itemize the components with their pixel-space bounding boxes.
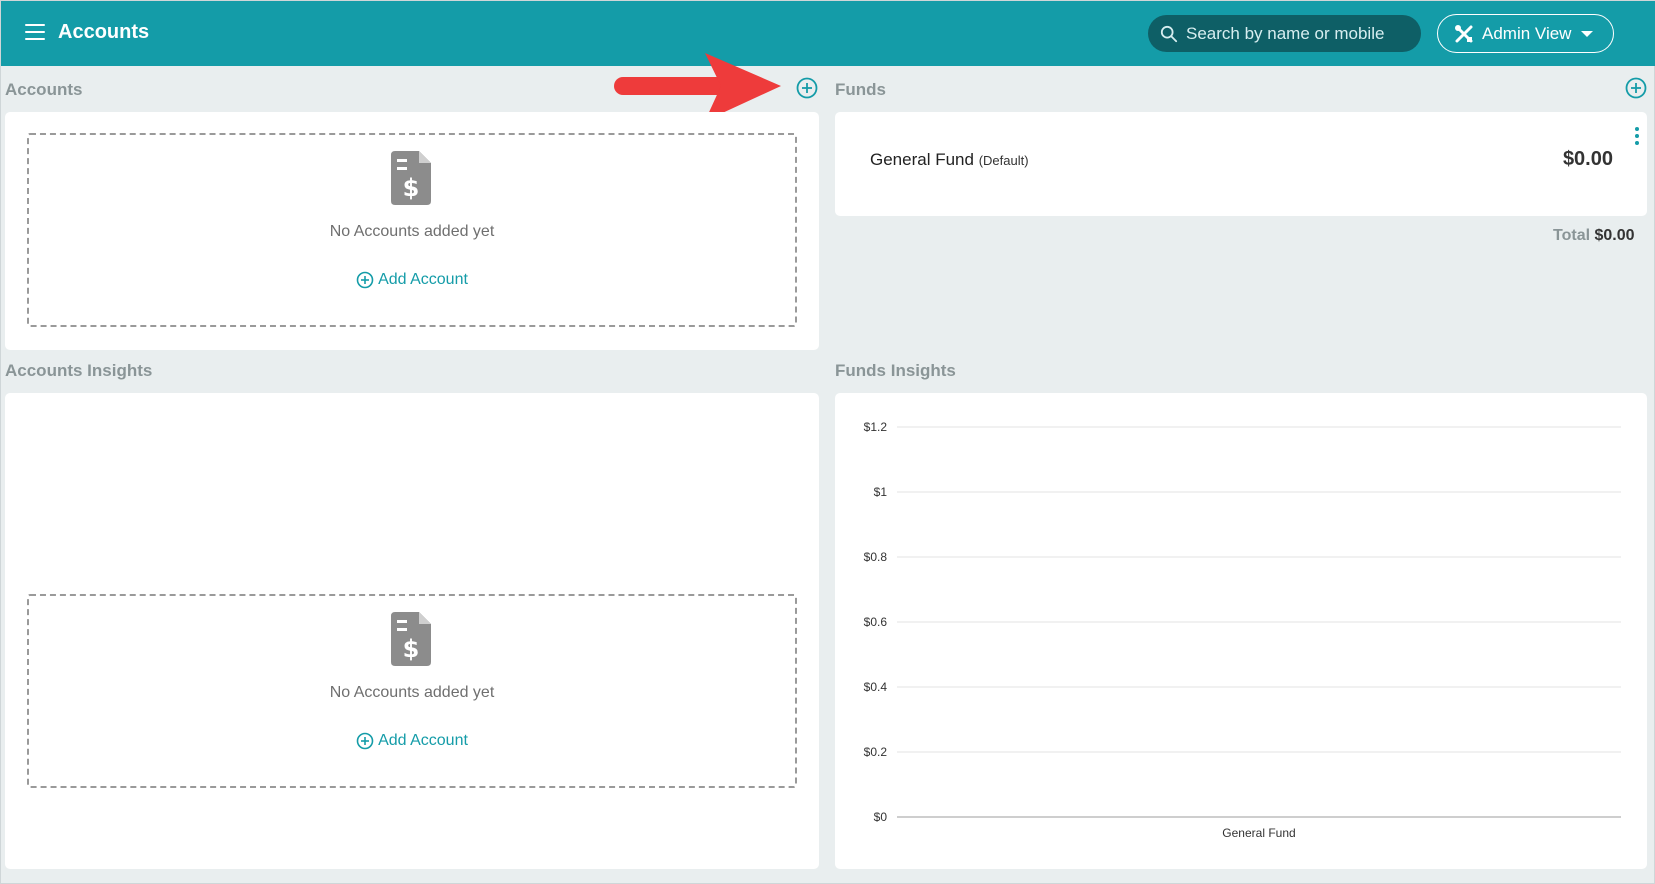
fund-default-tag: (Default): [978, 153, 1029, 168]
funds-insights-title: Funds Insights: [835, 361, 956, 380]
admin-view-label: Admin View: [1482, 23, 1572, 43]
fund-name: General Fund: [870, 150, 974, 169]
y-tick-label: $0.4: [864, 680, 888, 694]
add-account-label: Add Account: [378, 732, 468, 749]
search-icon: [1160, 25, 1178, 42]
funds-bar-chart: $0 $0.2 $0.4 $0.6 $0.8 $1 $1.2 General Fund: [864, 420, 1621, 840]
fund-card[interactable]: General Fund (Default) $0.00: [835, 112, 1647, 216]
total-label: Total: [1553, 227, 1591, 244]
accounts-insights-card: $ No Accounts added yet Add Account: [5, 393, 819, 869]
accounts-card: $ No Accounts added yet Add Account: [5, 112, 819, 350]
document-dollar-icon: $: [391, 612, 431, 666]
accounts-insights-title: Accounts Insights: [5, 361, 153, 380]
tools-icon: [1455, 24, 1473, 42]
hamburger-menu-icon[interactable]: [25, 24, 45, 40]
svg-text:$: $: [403, 174, 420, 202]
chevron-down-icon: [1581, 30, 1594, 37]
funds-total: Total $0.00: [1553, 227, 1635, 245]
page-title: Accounts: [58, 21, 150, 43]
plus-circle-icon: [356, 732, 374, 750]
y-tick-label: $0.8: [864, 550, 888, 564]
add-fund-circle-icon[interactable]: [1625, 77, 1647, 99]
add-account-circle-icon[interactable]: [796, 77, 818, 99]
y-tick-label: $0.2: [864, 745, 888, 759]
y-tick-label: $1.2: [864, 420, 888, 434]
document-dollar-icon: $: [391, 151, 431, 205]
fund-row: General Fund (Default): [870, 150, 1029, 170]
admin-view-button[interactable]: Admin View: [1437, 14, 1614, 53]
search-box[interactable]: [1148, 15, 1421, 52]
accounts-section-title: Accounts: [5, 80, 83, 99]
x-tick-label: General Fund: [1222, 826, 1295, 840]
accounts-insights-empty-state: $ No Accounts added yet Add Account: [27, 594, 797, 788]
y-tick-label: $0: [874, 810, 888, 824]
more-options-icon[interactable]: [1633, 126, 1641, 146]
empty-state-text: No Accounts added yet: [329, 223, 495, 240]
search-input[interactable]: [1186, 23, 1406, 44]
add-account-link[interactable]: Add Account: [356, 271, 468, 289]
funds-section-title: Funds: [835, 80, 886, 99]
empty-state-text: No Accounts added yet: [329, 684, 495, 701]
plus-circle-icon: [356, 271, 374, 289]
y-tick-label: $0.6: [864, 615, 888, 629]
add-account-link[interactable]: Add Account: [356, 732, 468, 750]
y-tick-label: $1: [874, 485, 888, 499]
top-bar: Accounts Admin View: [1, 1, 1655, 66]
fund-amount: $0.00: [1562, 148, 1613, 170]
add-account-label: Add Account: [378, 271, 468, 288]
funds-insights-card: $0 $0.2 $0.4 $0.6 $0.8 $1 $1.2 General Fund: [835, 393, 1647, 869]
total-value: $0.00: [1594, 227, 1635, 244]
svg-text:$: $: [403, 635, 420, 663]
accounts-empty-state: $ No Accounts added yet Add Account: [27, 133, 797, 327]
